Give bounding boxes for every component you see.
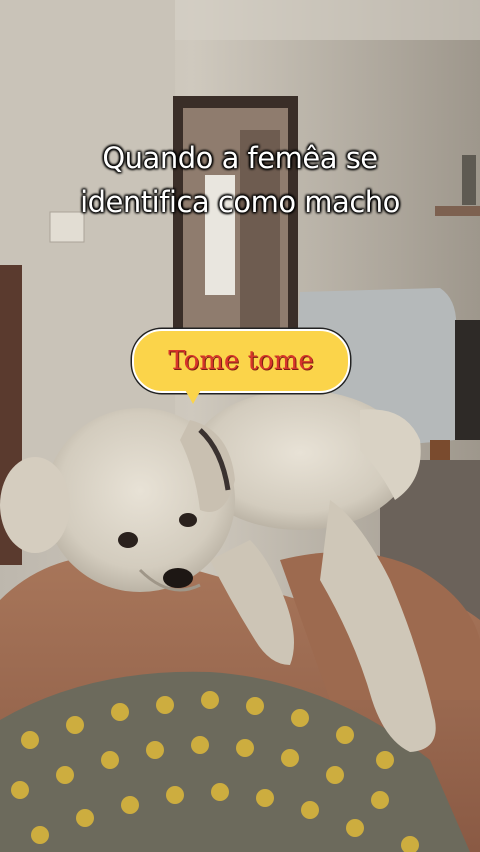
caption: Quando a femêa se identifica como macho (0, 136, 480, 224)
dog-eye-right (179, 513, 197, 527)
cabinet (455, 320, 480, 440)
ceiling-shadow (175, 0, 480, 40)
speech-bubble-tail (184, 388, 202, 404)
caption-line-2: identifica como macho (80, 185, 400, 219)
left-wall (0, 0, 175, 480)
speech-bubble: Tome tome (132, 329, 350, 393)
dog-nose (163, 568, 193, 588)
dog-ear-left (0, 457, 70, 553)
dog-eye-left (118, 532, 138, 548)
speech-bubble-text: Tome tome (168, 346, 314, 376)
caption-line-1: Quando a femêa se (102, 141, 378, 175)
photo-scene (0, 0, 480, 852)
